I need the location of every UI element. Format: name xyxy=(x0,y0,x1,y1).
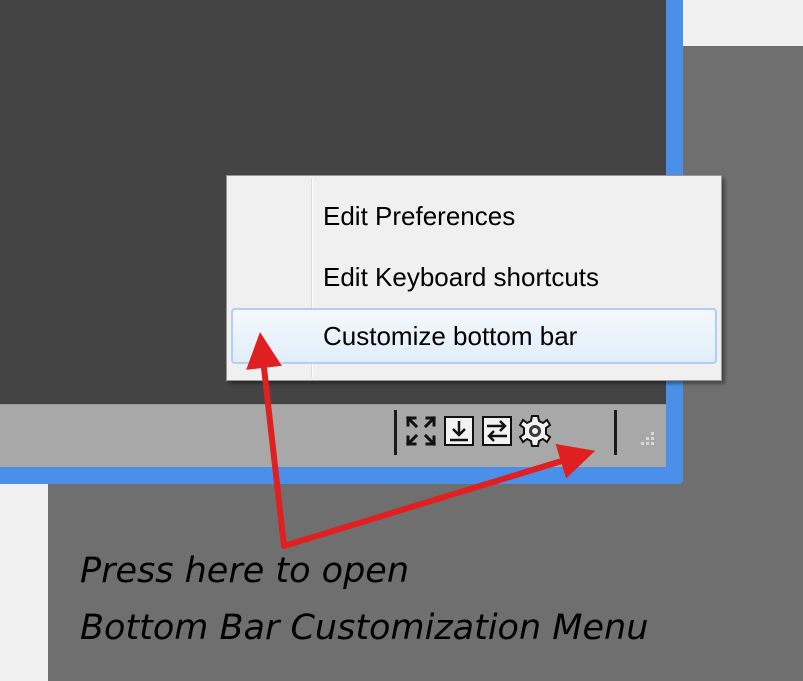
menu-item-edit-keyboard-shortcuts[interactable]: Edit Keyboard shortcuts xyxy=(231,249,717,305)
menu-item-label: Edit Preferences xyxy=(323,201,516,231)
bottom-bar-separator xyxy=(394,410,397,455)
resize-grip[interactable] xyxy=(636,429,656,449)
menu-item-edit-preferences[interactable]: Edit Preferences xyxy=(231,188,717,244)
menu-item-customize-bottom-bar[interactable]: Customize bottom bar xyxy=(231,308,717,364)
bottom-bar xyxy=(0,404,666,467)
annotation-line-1: Press here to open xyxy=(80,551,409,591)
annotation-line-2: Bottom Bar Customization Menu xyxy=(80,608,649,648)
download-icon[interactable] xyxy=(440,412,478,450)
swap-icon[interactable] xyxy=(478,412,516,450)
fullscreen-icon[interactable] xyxy=(402,412,440,450)
gear-icon[interactable] xyxy=(516,412,554,450)
menu-item-label: Customize bottom bar xyxy=(323,321,578,351)
menu-item-label: Edit Keyboard shortcuts xyxy=(323,262,600,292)
context-menu: Edit Preferences Edit Keyboard shortcuts… xyxy=(226,175,722,381)
bottom-bar-separator xyxy=(614,410,617,455)
